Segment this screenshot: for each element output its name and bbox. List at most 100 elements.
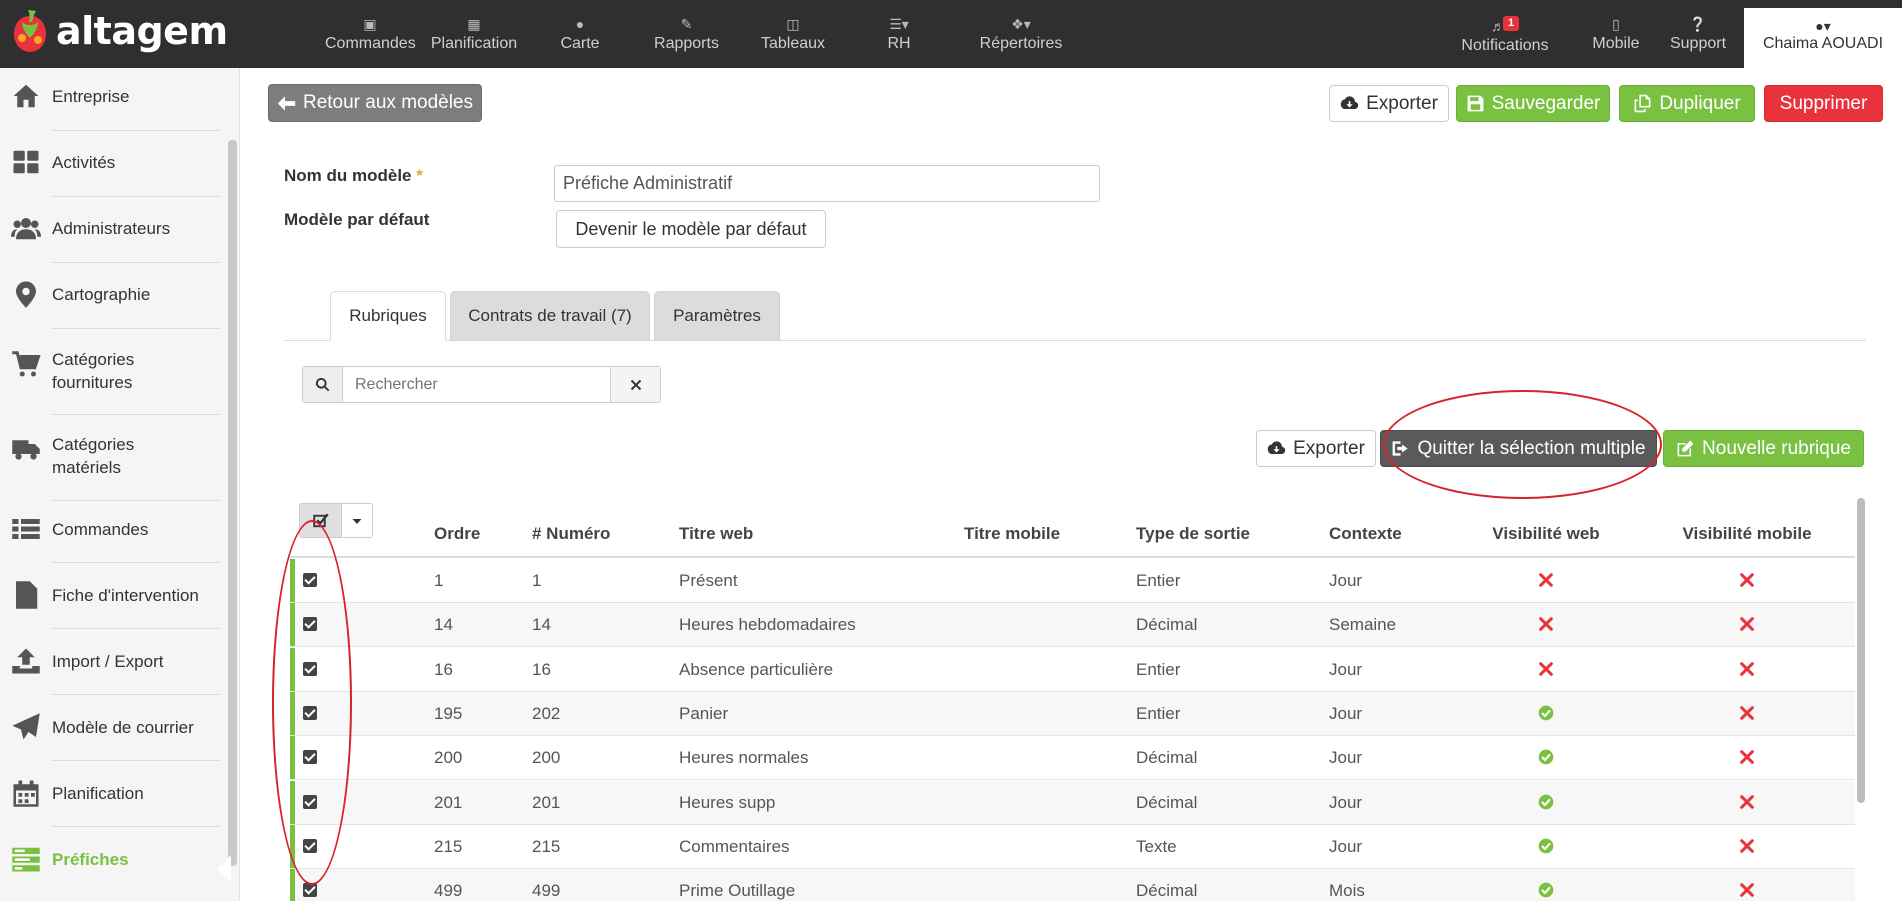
nav-notifications[interactable]: ♬ 1 Notifications — [1455, 16, 1555, 55]
table-row[interactable]: 499 499 Prime Outillage Décimal Mois — [290, 869, 1855, 901]
nav-label: Rapports — [654, 35, 719, 52]
cell-ordre: 215 — [434, 836, 463, 856]
nav-commandes[interactable]: ▣ Commandes — [325, 14, 416, 53]
label-text: Nom du modèle — [284, 166, 412, 185]
row-checkbox[interactable] — [303, 661, 317, 676]
nav-repertoires[interactable]: ❖▾ Répertoires — [961, 14, 1081, 53]
column-header-visibilite-web[interactable]: Visibilité web — [1492, 524, 1599, 544]
cell-ordre: 195 — [434, 703, 463, 723]
tab-rubriques[interactable]: Rubriques — [330, 291, 446, 341]
sidebar-item-planification[interactable]: Planification — [0, 779, 220, 807]
inbox-icon: ▣ — [363, 16, 377, 32]
column-header-titre-web[interactable]: Titre web — [679, 524, 753, 544]
column-header-numero[interactable]: # Numéro — [532, 524, 610, 544]
sidebar-item-commandes[interactable]: Commandes — [0, 515, 220, 543]
sidebar-item-label: Administrateurs — [52, 218, 171, 238]
column-header-type-sortie[interactable]: Type de sortie — [1136, 524, 1250, 544]
home-icon — [0, 81, 52, 111]
sidebar-scrollbar[interactable] — [228, 140, 237, 866]
sidebar-item-entreprise[interactable]: Entreprise — [0, 82, 220, 110]
brand-logo[interactable]: altagem — [8, 8, 228, 54]
cross-icon — [1739, 572, 1755, 588]
clear-search-button[interactable] — [610, 367, 660, 402]
table-row[interactable]: 1 1 Présent Entier Jour — [290, 559, 1855, 603]
sidebar-item-administrateurs[interactable]: Administrateurs — [0, 214, 220, 242]
search-icon — [303, 367, 343, 402]
row-checkbox[interactable] — [303, 705, 317, 720]
button-label: Supprimer — [1779, 92, 1868, 114]
cell-contexte: Jour — [1329, 836, 1363, 856]
column-header-contexte[interactable]: Contexte — [1329, 524, 1402, 544]
row-checkbox[interactable] — [303, 750, 317, 765]
sidebar-item-modele-courrier[interactable]: Modèle de courrier — [0, 713, 220, 741]
sidebar-item-categories-materiels[interactable]: Catégories matériels — [0, 432, 220, 480]
save-button[interactable]: Sauvegarder — [1456, 85, 1610, 122]
sidebar-item-import-export[interactable]: Import / Export — [0, 647, 220, 675]
nav-rh[interactable]: ☰▾ RH — [877, 14, 921, 53]
export-button[interactable]: Exporter — [1329, 85, 1449, 122]
cloud-download-icon — [1340, 96, 1359, 110]
cross-icon — [1739, 882, 1755, 898]
list-icon — [0, 514, 52, 544]
cross-icon — [1538, 572, 1554, 588]
model-name-input[interactable]: Préfiche Administratif — [554, 165, 1100, 202]
nav-label: Support — [1669, 35, 1727, 52]
sidebar-item-cartographie[interactable]: Cartographie — [0, 280, 220, 308]
delete-button[interactable]: Supprimer — [1764, 85, 1883, 122]
nav-planification[interactable]: ▦ Planification — [420, 14, 528, 53]
cell-numero: 16 — [532, 659, 551, 679]
table-scrollbar[interactable] — [1857, 498, 1865, 803]
cell-type-sortie: Décimal — [1136, 881, 1198, 901]
nav-support[interactable]: ❔ Support — [1665, 14, 1731, 53]
checkbox-edit-icon[interactable] — [300, 504, 342, 537]
sidebar-item-label: Fiche d'intervention — [52, 585, 199, 605]
table-row[interactable]: 200 200 Heures normales Décimal Jour — [290, 736, 1855, 781]
paper-plane-icon — [0, 712, 52, 742]
calendar-icon: ▦ — [467, 16, 481, 32]
list-export-button[interactable]: Exporter — [1256, 430, 1376, 467]
caret-down-icon[interactable] — [342, 504, 372, 537]
sidebar-item-prefiches[interactable]: Préfiches — [0, 845, 220, 873]
column-header-visibilite-mobile[interactable]: Visibilité mobile — [1682, 524, 1811, 544]
search-input[interactable] — [343, 367, 610, 402]
row-checkbox[interactable] — [303, 573, 317, 587]
altagem-logo-icon — [14, 10, 46, 52]
tab-parametres[interactable]: Paramètres — [654, 291, 780, 341]
new-rubrique-button[interactable]: Nouvelle rubrique — [1663, 430, 1864, 467]
table-row[interactable]: 14 14 Heures hebdomadaires Décimal Semaine — [290, 603, 1855, 648]
table-row[interactable]: 195 202 Panier Entier Jour — [290, 691, 1855, 736]
bulk-select-dropdown[interactable] — [299, 503, 373, 538]
column-header-ordre[interactable]: Ordre — [434, 524, 480, 544]
duplicate-button[interactable]: Dupliquer — [1619, 85, 1755, 122]
columns-icon: ◫ — [786, 16, 800, 32]
nav-label: Mobile — [1592, 35, 1640, 52]
user-menu[interactable]: ●▾ Chaima AOUADI — [1744, 8, 1902, 68]
nav-mobile[interactable]: ▯ Mobile — [1589, 14, 1643, 53]
row-selected-indicator — [290, 869, 295, 901]
sidebar-item-activites[interactable]: Activités — [0, 148, 220, 176]
make-default-button[interactable]: Devenir le modèle par défaut — [556, 210, 826, 248]
row-checkbox[interactable] — [303, 883, 317, 898]
row-checkbox[interactable] — [303, 794, 317, 809]
back-to-models-button[interactable]: Retour aux modèles — [268, 84, 482, 122]
nav-rapports[interactable]: ✎ Rapports — [650, 14, 723, 53]
user-icon: ●▾ — [1815, 18, 1831, 34]
button-label: Devenir le modèle par défaut — [575, 218, 807, 239]
table-row[interactable]: 16 16 Absence particulière Entier Jour — [290, 647, 1855, 692]
tab-contrats-de-travail[interactable]: Contrats de travail (7) — [450, 291, 650, 341]
table-row[interactable]: 215 215 Commentaires Texte Jour — [290, 824, 1855, 869]
tab-label: Contrats de travail (7) — [468, 306, 632, 325]
sidebar-item-categories-fournitures[interactable]: Catégories fournitures — [0, 347, 220, 395]
nav-carte[interactable]: ● Carte — [555, 14, 605, 53]
row-checkbox[interactable] — [303, 617, 317, 632]
nav-label: Carte — [560, 35, 600, 52]
cross-icon — [1538, 616, 1554, 632]
nav-tableaux[interactable]: ◫ Tableaux — [757, 14, 829, 53]
quit-multi-selection-button[interactable]: Quitter la sélection multiple — [1380, 430, 1657, 467]
column-header-titre-mobile[interactable]: Titre mobile — [964, 524, 1060, 544]
sidebar-item-fiche-intervention[interactable]: Fiche d'intervention — [0, 581, 220, 609]
row-checkbox[interactable] — [303, 838, 317, 853]
shopping-cart-icon — [0, 347, 52, 379]
check-circle-icon — [1538, 794, 1554, 810]
table-row[interactable]: 201 201 Heures supp Décimal Jour — [290, 780, 1855, 825]
